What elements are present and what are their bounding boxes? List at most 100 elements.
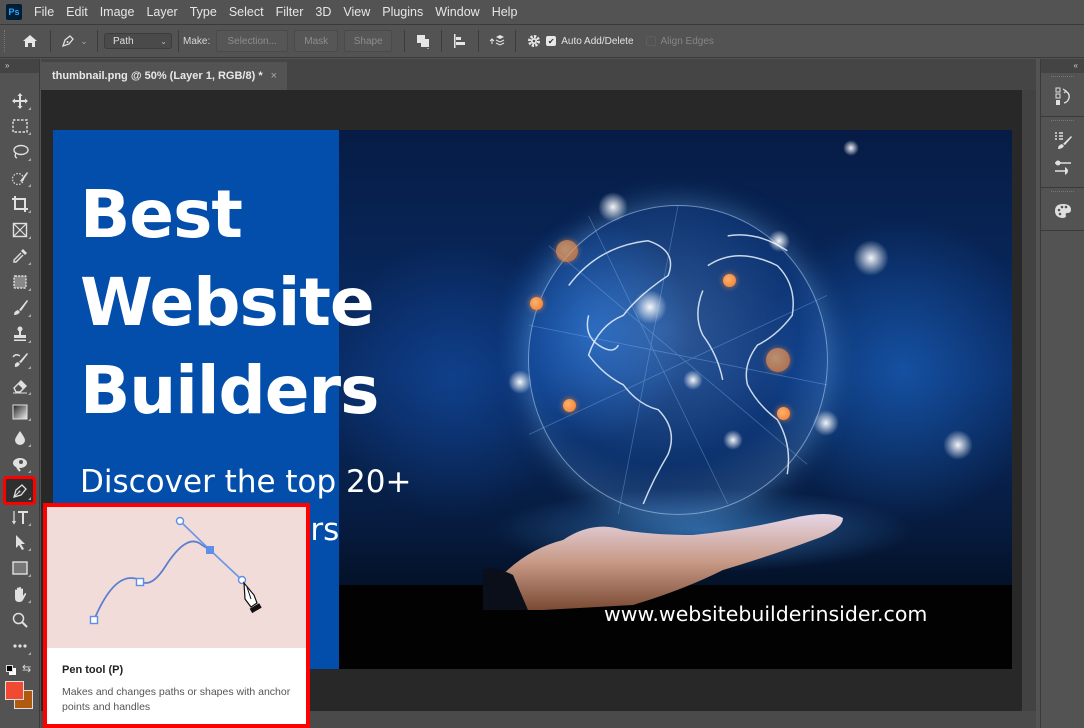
tool-preset-picker[interactable]: ⌄: [57, 33, 91, 49]
tooltip-title: Pen tool (P): [62, 664, 124, 676]
clone-stamp-icon: [13, 326, 26, 341]
path-alignment-button[interactable]: [448, 33, 472, 49]
tool-pen[interactable]: [3, 476, 36, 505]
right-panel-dock: «: [1040, 59, 1084, 728]
auto-add-delete-checkbox[interactable]: ✔: [546, 36, 557, 46]
menu-edit[interactable]: Edit: [66, 5, 88, 19]
frame-icon: [12, 222, 27, 237]
eraser-icon: [12, 379, 27, 393]
path-alignment-icon: [454, 34, 466, 48]
gradient-icon: [12, 404, 27, 419]
tool-hand[interactable]: [6, 582, 33, 605]
separator: [404, 30, 406, 52]
swap-colors-icon[interactable]: ⇆: [22, 662, 31, 675]
tool-type[interactable]: [6, 505, 33, 528]
network-node: [766, 348, 790, 372]
tool-history-brush[interactable]: [6, 348, 33, 371]
menu-layer[interactable]: Layer: [146, 5, 177, 19]
menu-view[interactable]: View: [343, 5, 370, 19]
menu-plugins[interactable]: Plugins: [382, 5, 423, 19]
path-options-button[interactable]: [522, 33, 546, 49]
menu-type[interactable]: Type: [190, 5, 217, 19]
tool-spot-healing[interactable]: [6, 270, 33, 293]
tool-clone-stamp[interactable]: [6, 322, 33, 345]
quick-selection-icon: [11, 171, 28, 185]
anchor-point: [89, 615, 99, 625]
tool-quick-selection[interactable]: [6, 166, 33, 189]
tool-eyedropper[interactable]: [6, 244, 33, 267]
headline-line-1: Best: [80, 176, 243, 253]
menu-window[interactable]: Window: [435, 5, 479, 19]
brush-settings-panel-button[interactable]: [1041, 126, 1084, 154]
menu-select[interactable]: Select: [229, 5, 264, 19]
brush-icon: [13, 299, 28, 315]
menu-file[interactable]: File: [34, 5, 54, 19]
headline-line-3: Builders: [80, 352, 379, 429]
make-shape-button[interactable]: Shape: [344, 30, 393, 52]
document-tab-bar: thumbnail.png @ 50% (Layer 1, RGB/8) * ×: [41, 59, 1036, 90]
menu-3d[interactable]: 3D: [315, 5, 331, 19]
make-mask-button[interactable]: Mask: [294, 30, 339, 52]
network-node: [777, 407, 790, 420]
path-arrangement-icon: [489, 35, 505, 46]
adjustments-panel-button[interactable]: [1041, 154, 1084, 182]
hand-icon: [14, 586, 26, 602]
path-arrangement-button[interactable]: [485, 33, 509, 49]
tool-rectangle[interactable]: [6, 556, 33, 579]
tool-crop[interactable]: [6, 192, 33, 215]
tool-zoom[interactable]: [6, 608, 33, 631]
right-panel-collapse-button[interactable]: «: [1041, 59, 1084, 73]
toolbar-collapse-button[interactable]: »: [0, 59, 39, 73]
type-icon: [11, 510, 28, 525]
mode-select-value: Path: [113, 35, 134, 47]
align-edges-checkbox[interactable]: [645, 36, 656, 46]
default-colors-button[interactable]: [6, 665, 13, 672]
palette-icon: [1054, 204, 1071, 218]
close-tab-icon[interactable]: ×: [271, 70, 277, 82]
tool-edit-toolbar[interactable]: [6, 634, 33, 657]
tool-gradient[interactable]: [6, 400, 33, 423]
home-button[interactable]: [16, 34, 44, 48]
light-dot: [508, 370, 532, 394]
crop-icon: [11, 195, 28, 212]
chevron-down-icon: ⌄: [160, 36, 167, 46]
tool-blur[interactable]: [6, 426, 33, 449]
selected-anchor-point: [206, 546, 214, 554]
move-icon: [11, 92, 28, 109]
home-icon: [23, 35, 37, 47]
network-node: [556, 240, 578, 262]
foreground-color-swatch[interactable]: [5, 681, 24, 700]
history-panel-button[interactable]: [1041, 82, 1084, 110]
magnifier-icon: [12, 612, 28, 628]
headline-line-2: Website: [80, 264, 375, 341]
tool-frame[interactable]: [6, 218, 33, 241]
light-dot: [768, 230, 790, 252]
rectangle-icon: [11, 560, 28, 575]
tool-move[interactable]: [6, 89, 33, 112]
light-dot: [813, 410, 839, 436]
swatches-panel-button[interactable]: [1041, 197, 1084, 225]
vertical-scrollbar[interactable]: [1022, 90, 1036, 711]
menu-help[interactable]: Help: [492, 5, 518, 19]
tool-dodge[interactable]: [6, 452, 33, 475]
make-selection-button[interactable]: Selection...: [216, 30, 289, 52]
light-dot: [683, 370, 703, 390]
document-tab[interactable]: thumbnail.png @ 50% (Layer 1, RGB/8) * ×: [41, 62, 287, 90]
anchor-point: [135, 577, 145, 587]
options-bar-grip[interactable]: [4, 30, 10, 52]
menu-filter[interactable]: Filter: [276, 5, 304, 19]
dodge-icon: [12, 457, 27, 472]
spot-healing-icon: [12, 274, 27, 289]
make-label: Make:: [183, 35, 211, 47]
tool-eraser[interactable]: [6, 374, 33, 397]
path-selection-arrow-icon: [15, 534, 25, 550]
tool-rectangular-marquee[interactable]: [6, 114, 33, 137]
tool-path-selection[interactable]: [6, 530, 33, 553]
blur-drop-icon: [14, 430, 25, 445]
path-operations-button[interactable]: [411, 33, 435, 49]
tool-brush[interactable]: [6, 296, 33, 319]
menu-image[interactable]: Image: [100, 5, 135, 19]
handle-point: [175, 516, 185, 526]
mode-select[interactable]: Path ⌄: [104, 33, 172, 49]
tool-lasso[interactable]: [6, 140, 33, 163]
